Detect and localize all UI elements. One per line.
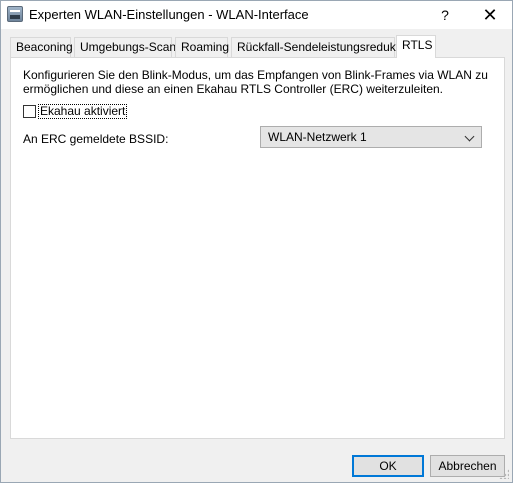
tab-umgebungs-scan[interactable]: Umgebungs-Scan (74, 37, 176, 57)
ekahau-checkbox[interactable] (23, 105, 36, 118)
window-title: Experten WLAN-Einstellungen - WLAN-Inter… (29, 7, 309, 22)
ok-button[interactable]: OK (352, 455, 424, 477)
title-bar[interactable]: Experten WLAN-Einstellungen - WLAN-Inter… (1, 1, 512, 29)
tab-rtls[interactable]: RTLS (396, 35, 436, 58)
tab-roaming[interactable]: Roaming (175, 37, 229, 57)
dialog-window: Experten WLAN-Einstellungen - WLAN-Inter… (0, 0, 513, 483)
help-button[interactable]: ? (425, 1, 465, 29)
tab-beaconing[interactable]: Beaconing (10, 37, 73, 57)
rtls-tab-panel: Konfigurieren Sie den Blink-Modus, um da… (10, 57, 505, 439)
rtls-description: Konfigurieren Sie den Blink-Modus, um da… (23, 68, 488, 96)
bssid-select-value: WLAN-Netzwerk 1 (268, 130, 367, 144)
chevron-down-icon[interactable] (464, 131, 475, 142)
app-icon (7, 6, 23, 22)
close-button[interactable]: ✕ (470, 1, 510, 29)
bssid-select[interactable]: WLAN-Netzwerk 1 (260, 126, 482, 148)
ekahau-checkbox-label[interactable]: Ekahau aktiviert (37, 104, 128, 119)
ekahau-checkbox-row[interactable]: Ekahau aktiviert (23, 104, 128, 119)
tab-rueckfall-sendeleistungsreduktion[interactable]: Rückfall-Sendeleistungsreduktion (231, 37, 415, 57)
bssid-label: An ERC gemeldete BSSID: (23, 132, 169, 146)
cancel-button[interactable]: Abbrechen (430, 455, 505, 477)
